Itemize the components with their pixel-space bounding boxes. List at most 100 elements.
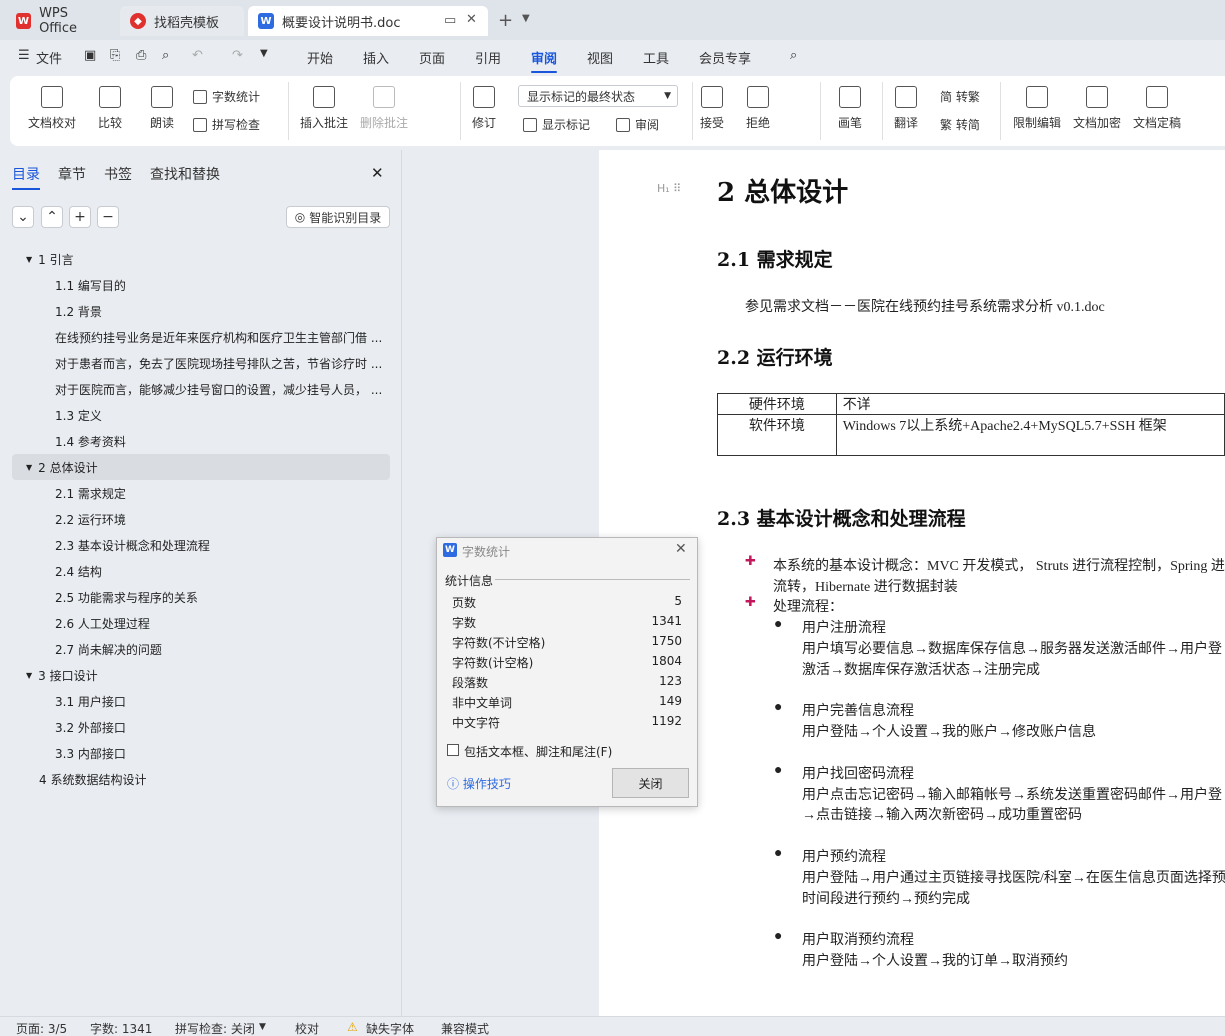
quick-access-more-icon[interactable]: ▼ bbox=[260, 48, 268, 59]
heading-style-icon[interactable]: H₁ ⠿ bbox=[657, 182, 681, 195]
tab-dropdown-chevron-icon[interactable]: ▼ bbox=[522, 13, 530, 24]
pen-icon bbox=[839, 86, 861, 108]
print-icon[interactable]: ⎙ bbox=[136, 48, 146, 63]
toc-item[interactable]: 对于医院而言，能够减少挂号窗口的设置，减少挂号人员， ... bbox=[0, 376, 402, 402]
new-tab-plus-icon[interactable]: + bbox=[498, 10, 513, 31]
tab-wps-office[interactable]: W WPS Office bbox=[6, 6, 116, 36]
stat-row: 字符数(计空格) 1804 bbox=[452, 654, 682, 670]
menu-references[interactable]: 引用 bbox=[475, 48, 501, 67]
collapse-up-button[interactable]: ⌃ bbox=[41, 206, 63, 228]
checkbox-label: 包括文本框、脚注和尾注(F) bbox=[464, 745, 613, 759]
menu-tools[interactable]: 工具 bbox=[643, 48, 669, 67]
tab-find-replace[interactable]: 查找和替换 bbox=[150, 164, 220, 184]
to-traditional-button[interactable]: 简 转繁 bbox=[940, 88, 980, 105]
toc-item[interactable]: 1.2 背景 bbox=[0, 298, 402, 324]
include-textbox-checkbox[interactable] bbox=[447, 744, 459, 756]
menu-home[interactable]: 开始 bbox=[307, 48, 333, 67]
print-preview-icon[interactable]: ⌕ bbox=[162, 48, 169, 63]
toc-item[interactable]: 1.4 参考资料 bbox=[0, 428, 402, 454]
track-changes-button[interactable]: 修订 bbox=[472, 86, 496, 131]
toc-item[interactable]: 2.3 基本设计概念和处理流程 bbox=[0, 532, 402, 558]
hamburger-icon[interactable]: ☰ bbox=[18, 48, 30, 63]
caret-down-icon: ▼ bbox=[26, 462, 33, 472]
compare-button[interactable]: 比较 bbox=[98, 86, 122, 131]
tab-document[interactable]: W 概要设计说明书.doc ▭ ✕ bbox=[248, 6, 488, 36]
show-markup-button[interactable]: 显示标记 bbox=[523, 116, 590, 133]
toc-item[interactable]: 对于患者而言，免去了医院现场挂号排队之苦，节省诊疗时 ... bbox=[0, 350, 402, 376]
tab-window-icon[interactable]: ▭ bbox=[444, 13, 456, 28]
restrict-editing-button[interactable]: 限制编辑 bbox=[1013, 86, 1061, 131]
toc-item[interactable]: ▼ 3 接口设计 bbox=[0, 662, 402, 688]
toc-item[interactable]: 2.6 人工处理过程 bbox=[0, 610, 402, 636]
toc-item[interactable]: 1.1 编写目的 bbox=[0, 272, 402, 298]
ribbon-separator bbox=[460, 82, 461, 140]
spell-check-status[interactable]: 拼写检查: 关闭 bbox=[175, 1020, 255, 1036]
dialog-close-icon[interactable]: ✕ bbox=[675, 541, 687, 557]
minus-icon: − bbox=[102, 209, 114, 225]
toc-item[interactable]: 2.5 功能需求与程序的关系 bbox=[0, 584, 402, 610]
finalize-doc-button[interactable]: 文档定稿 bbox=[1133, 86, 1181, 131]
tab-bookmarks[interactable]: 书签 bbox=[104, 164, 132, 184]
toc-item[interactable]: 2.2 运行环境 bbox=[0, 506, 402, 532]
expand-down-button[interactable]: ⌄ bbox=[12, 206, 34, 228]
menu-insert[interactable]: 插入 bbox=[363, 48, 389, 67]
toc-item[interactable]: 2.4 结构 bbox=[0, 558, 402, 584]
tab-toc[interactable]: 目录 bbox=[12, 164, 40, 190]
proofread-status[interactable]: 校对 bbox=[295, 1020, 319, 1036]
chevron-down-icon: ▼ bbox=[664, 91, 671, 101]
toc-item[interactable]: 2.1 需求规定 bbox=[0, 480, 402, 506]
dialog-close-button[interactable]: 关闭 bbox=[612, 768, 689, 798]
smart-toc-button[interactable]: ◎ 智能识别目录 bbox=[286, 206, 390, 228]
toc-item[interactable]: 在线预约挂号业务是近年来医疗机构和医疗卫生主管部门借 ... bbox=[0, 324, 402, 350]
toc-item[interactable]: 4 系统数据结构设计 bbox=[0, 766, 402, 792]
redo-icon[interactable]: ↷ bbox=[232, 48, 243, 63]
menu-layout[interactable]: 页面 bbox=[419, 48, 445, 67]
tips-link[interactable]: ⓘ 操作技巧 bbox=[447, 775, 511, 792]
doc-check-button[interactable]: 文档校对 bbox=[28, 86, 76, 131]
word-count-status[interactable]: 字数: 1341 bbox=[90, 1020, 152, 1036]
remove-heading-button[interactable]: − bbox=[97, 206, 119, 228]
flow-title: 用户找回密码流程 bbox=[802, 767, 914, 782]
accept-button[interactable]: 接受 bbox=[700, 86, 724, 131]
page-indicator[interactable]: 页面: 3/5 bbox=[16, 1020, 67, 1036]
to-simplified-button[interactable]: 繁 转简 bbox=[940, 116, 980, 133]
wps-logo-icon: W bbox=[16, 13, 32, 29]
undo-icon[interactable]: ↶ bbox=[192, 48, 203, 63]
pen-button[interactable]: 画笔 bbox=[838, 86, 862, 131]
insert-comment-button[interactable]: 插入批注 bbox=[300, 86, 348, 131]
chevron-down-icon: ⌄ bbox=[17, 209, 29, 225]
share-icon[interactable]: ⎘ bbox=[110, 48, 120, 63]
toc-item-selected[interactable]: ▼ 2 总体设计 bbox=[12, 454, 390, 480]
reject-button[interactable]: 拒绝 bbox=[746, 86, 770, 131]
flow-line: 激活→数据库保存激活状态→注册完成 bbox=[802, 663, 1040, 678]
writer-doc-icon: W bbox=[258, 13, 274, 29]
menu-view[interactable]: 视图 bbox=[587, 48, 613, 67]
tab-close-icon[interactable]: ✕ bbox=[466, 12, 477, 27]
menu-review[interactable]: 审阅 bbox=[531, 48, 558, 73]
add-heading-button[interactable]: + bbox=[69, 206, 91, 228]
encrypt-doc-button[interactable]: 文档加密 bbox=[1073, 86, 1121, 131]
save-icon[interactable]: ▣ bbox=[84, 48, 96, 63]
toc-item[interactable]: 1.3 定义 bbox=[0, 402, 402, 428]
menu-membership[interactable]: 会员专享 bbox=[699, 48, 751, 67]
tab-docer-templates[interactable]: ◆ 找稻壳模板 bbox=[120, 6, 244, 36]
table-cell: 不详 bbox=[835, 393, 1225, 415]
search-icon[interactable]: ⌕ bbox=[790, 48, 797, 63]
toc-item[interactable]: 3.3 内部接口 bbox=[0, 740, 402, 766]
delete-comment-button[interactable]: 删除批注 bbox=[360, 86, 408, 131]
translate-button[interactable]: 翻译 bbox=[894, 86, 918, 131]
toc-item[interactable]: 3.2 外部接口 bbox=[0, 714, 402, 740]
close-sidebar-icon[interactable]: ✕ bbox=[371, 164, 384, 182]
word-count-button[interactable]: 字数统计 bbox=[193, 88, 260, 105]
toc-item[interactable]: 3.1 用户接口 bbox=[0, 688, 402, 714]
toc-item[interactable]: 2.7 尚未解决的问题 bbox=[0, 636, 402, 662]
spell-check-button[interactable]: 拼写检查 bbox=[193, 116, 260, 133]
markup-display-select[interactable]: 显示标记的最终状态 ▼ bbox=[518, 85, 678, 107]
review-pane-button[interactable]: 审阅 bbox=[616, 116, 659, 133]
tab-sections[interactable]: 章节 bbox=[58, 164, 86, 184]
read-aloud-button[interactable]: 朗读 bbox=[150, 86, 174, 131]
toc-item[interactable]: ▼ 1 引言 bbox=[0, 246, 402, 272]
menu-file[interactable]: 文件 bbox=[36, 48, 62, 67]
word-count-dialog: W 字数统计 ✕ 统计信息 页数 5 字数 1341 字符数(不计空格) 1750 字… bbox=[436, 537, 698, 807]
missing-font-status[interactable]: 缺失字体 bbox=[366, 1020, 414, 1036]
